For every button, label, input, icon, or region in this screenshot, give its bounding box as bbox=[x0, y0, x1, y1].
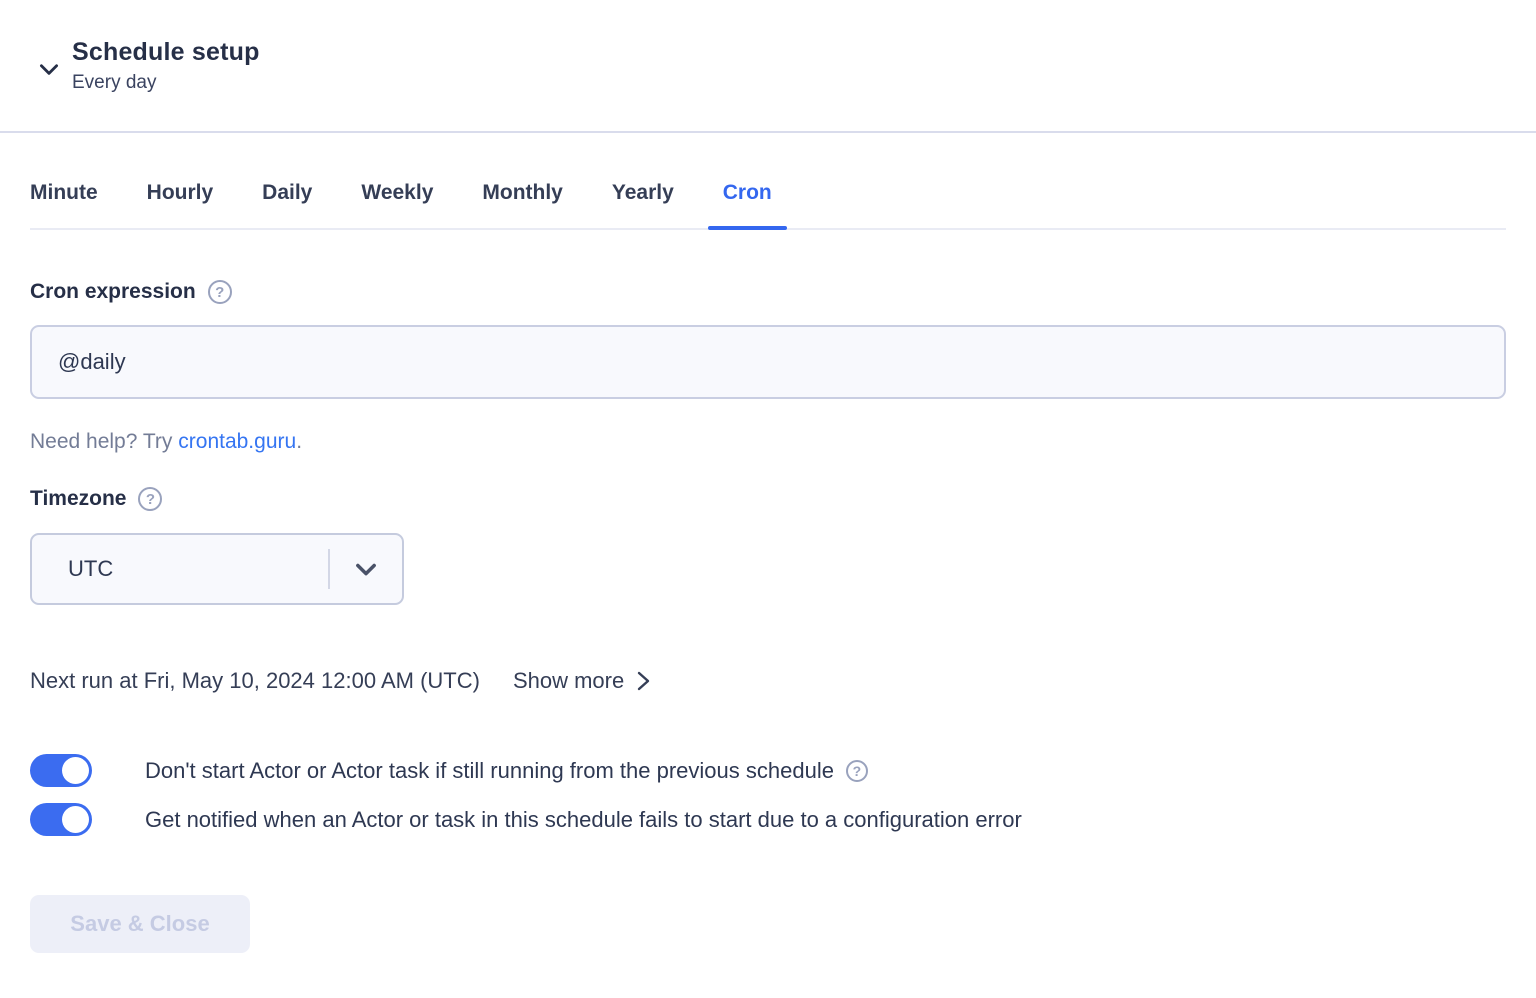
toggle-knob bbox=[62, 806, 89, 833]
tab-daily[interactable]: Daily bbox=[262, 181, 312, 228]
tab-weekly[interactable]: Weekly bbox=[361, 181, 433, 228]
timezone-label: Timezone bbox=[30, 487, 126, 511]
show-more-button[interactable]: Show more bbox=[513, 668, 653, 694]
header-text-block: Schedule setup Every day bbox=[72, 38, 260, 94]
chevron-down-icon bbox=[352, 555, 380, 583]
notify-toggle-label: Get notified when an Actor or task in th… bbox=[145, 807, 1022, 833]
dont-start-toggle-label: Don't start Actor or Actor task if still… bbox=[145, 758, 834, 784]
next-run-text: Next run at Fri, May 10, 2024 12:00 AM (… bbox=[30, 668, 480, 694]
dont-start-toggle[interactable] bbox=[30, 754, 92, 787]
timezone-selected-value: UTC bbox=[32, 556, 328, 582]
crontab-guru-link[interactable]: crontab.guru bbox=[178, 430, 296, 453]
cron-help-prefix: Need help? Try bbox=[30, 430, 178, 453]
notify-toggle[interactable] bbox=[30, 803, 92, 836]
timezone-label-row: Timezone ? bbox=[30, 487, 1506, 511]
help-icon[interactable]: ? bbox=[138, 487, 162, 511]
tab-cron[interactable]: Cron bbox=[723, 181, 772, 228]
tab-yearly[interactable]: Yearly bbox=[612, 181, 674, 228]
help-icon[interactable]: ? bbox=[846, 760, 868, 782]
cron-help-text: Need help? Try crontab.guru. bbox=[30, 430, 1506, 454]
schedule-type-tabs: Minute Hourly Daily Weekly Monthly Yearl… bbox=[30, 181, 1506, 230]
save-close-button[interactable]: Save & Close bbox=[30, 895, 250, 953]
cron-expression-label: Cron expression bbox=[30, 280, 196, 304]
schedule-setup-body: Minute Hourly Daily Weekly Monthly Yearl… bbox=[0, 181, 1536, 953]
toggle-knob bbox=[62, 757, 89, 784]
cron-expression-input[interactable] bbox=[30, 325, 1506, 399]
show-more-label: Show more bbox=[513, 668, 624, 694]
chevron-down-icon[interactable] bbox=[36, 56, 62, 82]
tab-monthly[interactable]: Monthly bbox=[482, 181, 562, 228]
cron-expression-label-row: Cron expression ? bbox=[30, 280, 1506, 304]
timezone-select-caret[interactable] bbox=[330, 555, 402, 583]
tab-hourly[interactable]: Hourly bbox=[147, 181, 214, 228]
schedule-options: Don't start Actor or Actor task if still… bbox=[30, 754, 1506, 836]
toggle-row-dont-start: Don't start Actor or Actor task if still… bbox=[30, 754, 1506, 787]
page-subtitle: Every day bbox=[72, 72, 260, 94]
schedule-setup-header: Schedule setup Every day bbox=[0, 0, 1536, 133]
timezone-select[interactable]: UTC bbox=[30, 533, 404, 605]
tab-minute[interactable]: Minute bbox=[30, 181, 98, 228]
chevron-right-icon bbox=[633, 669, 653, 693]
next-run-row: Next run at Fri, May 10, 2024 12:00 AM (… bbox=[30, 668, 1506, 694]
help-icon[interactable]: ? bbox=[208, 280, 232, 304]
footer: Save & Close bbox=[30, 895, 1506, 953]
page-title: Schedule setup bbox=[72, 38, 260, 67]
cron-help-suffix: . bbox=[296, 430, 302, 453]
toggle-row-notify: Get notified when an Actor or task in th… bbox=[30, 803, 1506, 836]
